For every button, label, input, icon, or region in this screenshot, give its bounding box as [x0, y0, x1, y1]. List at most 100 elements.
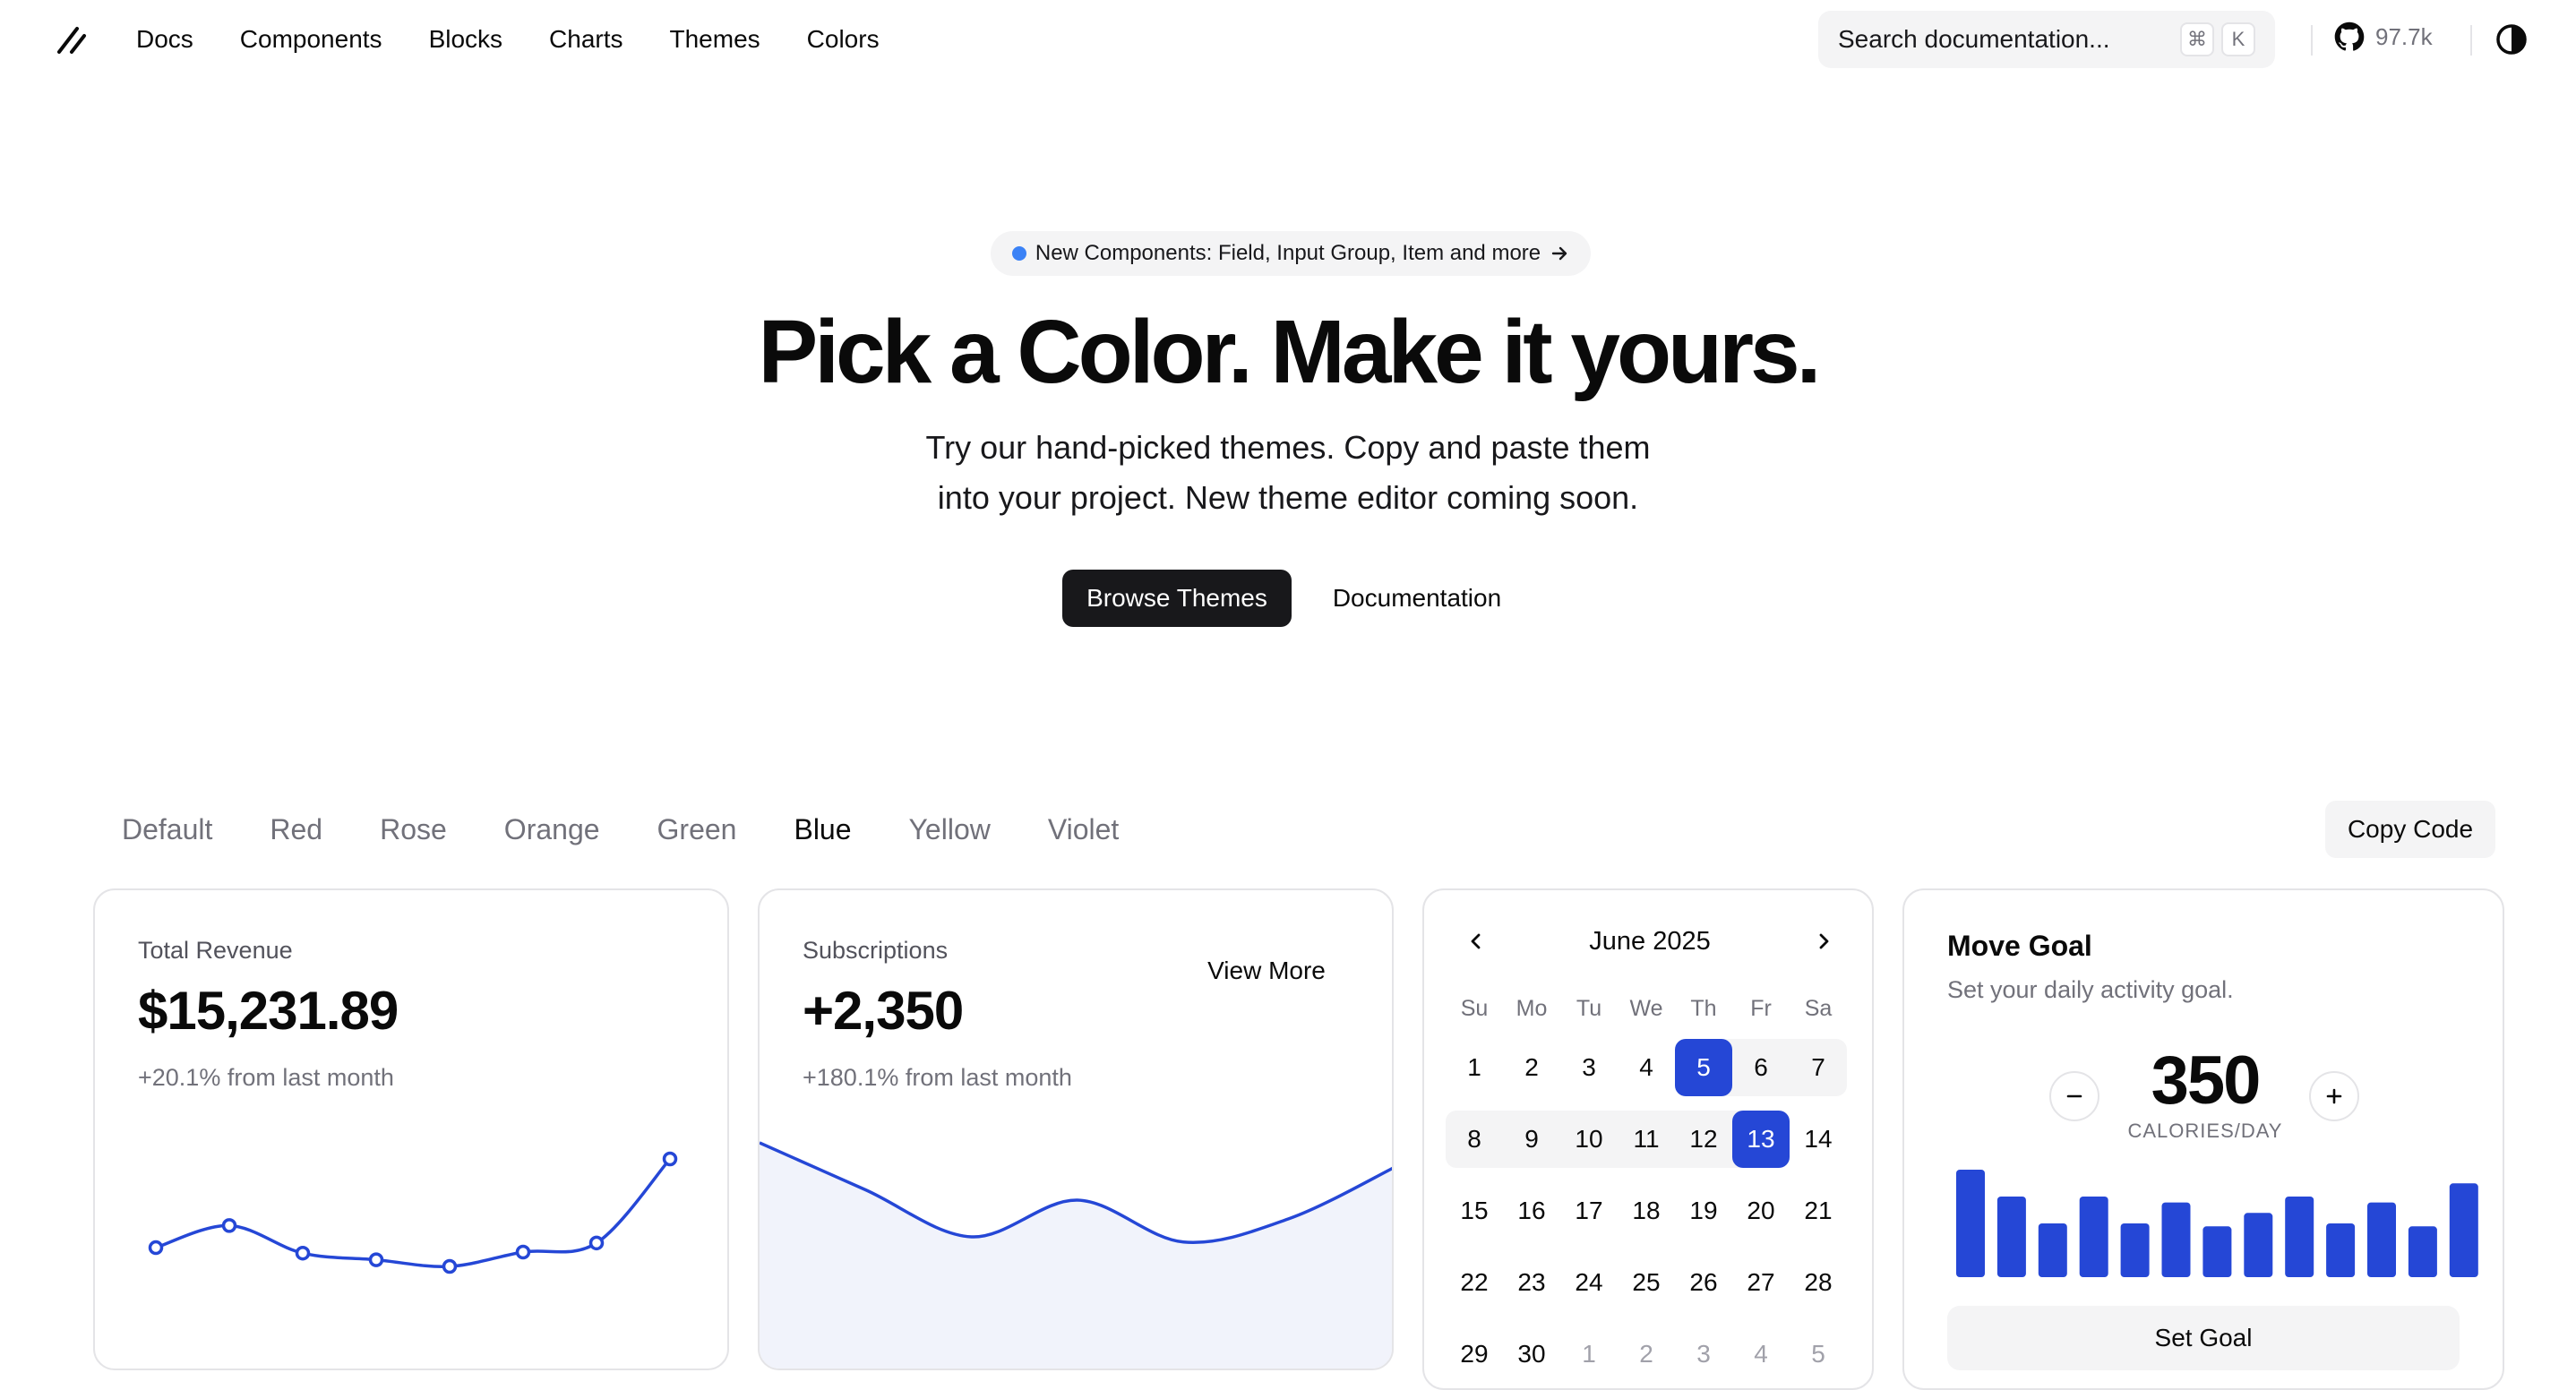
- calendar-day[interactable]: 8: [1446, 1111, 1503, 1168]
- logo-icon[interactable]: [52, 20, 91, 59]
- revenue-point: [515, 1244, 531, 1260]
- tab-violet[interactable]: Violet: [1048, 810, 1119, 849]
- goal-bar: [2326, 1223, 2356, 1277]
- calendar-day[interactable]: 24: [1560, 1254, 1618, 1311]
- revenue-point: [221, 1218, 237, 1233]
- weekday-label: We: [1629, 996, 1663, 1021]
- calendar-day[interactable]: 3: [1560, 1039, 1618, 1096]
- goal-bar: [2120, 1223, 2150, 1277]
- weekday-label: Su: [1460, 996, 1489, 1021]
- nav-charts[interactable]: Charts: [549, 21, 623, 57]
- github-link[interactable]: 97.7k: [2334, 21, 2433, 52]
- weekday-label: Th: [1690, 996, 1717, 1021]
- goal-bar: [1956, 1170, 1985, 1277]
- calendar-day[interactable]: 10: [1560, 1111, 1618, 1168]
- tab-blue[interactable]: Blue: [794, 810, 851, 849]
- calendar-day[interactable]: 4: [1618, 1039, 1675, 1096]
- calendar-day[interactable]: 13: [1732, 1111, 1790, 1168]
- tab-red[interactable]: Red: [270, 810, 322, 849]
- calendar-day[interactable]: 29: [1446, 1326, 1503, 1383]
- set-goal-button[interactable]: Set Goal: [1947, 1306, 2460, 1370]
- calendar-day[interactable]: 23: [1503, 1254, 1560, 1311]
- calendar-day[interactable]: 11: [1618, 1111, 1675, 1168]
- revenue-point: [662, 1151, 678, 1167]
- calendar-week: 1234567: [1446, 1039, 1854, 1096]
- calendar-day[interactable]: 6: [1732, 1039, 1790, 1096]
- tab-green[interactable]: Green: [657, 810, 737, 849]
- goal-bar: [2079, 1197, 2108, 1277]
- weekday-label: Fr: [1750, 996, 1772, 1021]
- calendar-day[interactable]: 18: [1618, 1182, 1675, 1240]
- weekday-label: Tu: [1576, 996, 1602, 1021]
- theme-toggle-icon[interactable]: [2494, 21, 2529, 57]
- chevron-right-icon: [1819, 933, 1829, 949]
- previous-month-button[interactable]: [1460, 925, 1492, 957]
- goal-bar: [2449, 1183, 2478, 1277]
- arrow-right-icon: [1551, 246, 1567, 261]
- tab-orange[interactable]: Orange: [504, 810, 600, 849]
- revenue-line-chart: [148, 1151, 678, 1274]
- weekday-label: Mo: [1516, 996, 1548, 1021]
- subscriptions-card: Subscriptions +2,350 +180.1% from last m…: [758, 888, 1394, 1370]
- calendar-day[interactable]: 19: [1675, 1182, 1732, 1240]
- calendar-day[interactable]: 16: [1503, 1182, 1560, 1240]
- calendar-day[interactable]: 5: [1675, 1039, 1732, 1096]
- calendar-day[interactable]: 14: [1790, 1111, 1847, 1168]
- calendar-day[interactable]: 1: [1446, 1039, 1503, 1096]
- documentation-button[interactable]: Documentation: [1309, 570, 1524, 627]
- github-icon: [2334, 21, 2365, 51]
- goal-bar: [2285, 1197, 2314, 1277]
- calendar-day[interactable]: 7: [1790, 1039, 1847, 1096]
- search-button[interactable]: Search documentation... ⌘ K: [1818, 11, 2275, 68]
- main-nav: Docs Components Blocks Charts Themes Col…: [136, 21, 880, 57]
- revenue-point: [442, 1258, 458, 1274]
- nav-colors[interactable]: Colors: [807, 21, 880, 57]
- revenue-line: [155, 1157, 672, 1268]
- chevron-left-icon: [1471, 933, 1481, 949]
- calendar-day[interactable]: 9: [1503, 1111, 1560, 1168]
- calendar-grid: Su Mo Tu We Th Fr Sa 1 2 3 4 5 6 7 8 9 10 11 12 13 14 15 16 17 1…: [1446, 991, 1854, 1388]
- calendar-day[interactable]: 30: [1503, 1326, 1560, 1383]
- announcement-badge[interactable]: New Components: Field, Input Group, Item…: [991, 231, 1591, 276]
- top-navbar: Docs Components Blocks Charts Themes Col…: [0, 0, 2576, 79]
- calendar-week: 15 16 17 18 19 20 21: [1446, 1182, 1854, 1240]
- calendar-day[interactable]: 21: [1790, 1182, 1847, 1240]
- tab-rose[interactable]: Rose: [380, 810, 447, 849]
- tab-yellow[interactable]: Yellow: [909, 810, 991, 849]
- calendar-day[interactable]: 22: [1446, 1254, 1503, 1311]
- revenue-point: [295, 1245, 311, 1261]
- calendar-day[interactable]: 20: [1732, 1182, 1790, 1240]
- calendar-card: June 2025 Su Mo Tu We Th Fr Sa 1 2 3 4 5 6 7 8 9 10 11 12 1…: [1422, 888, 1874, 1390]
- calendar-day[interactable]: 27: [1732, 1254, 1790, 1311]
- k-key: K: [2221, 22, 2255, 56]
- calendar-day[interactable]: 5: [1790, 1326, 1847, 1383]
- subscriptions-area: [760, 1143, 1392, 1369]
- calendar-day[interactable]: 2: [1503, 1039, 1560, 1096]
- nav-themes[interactable]: Themes: [670, 21, 760, 57]
- nav-docs[interactable]: Docs: [136, 21, 193, 57]
- calendar-day[interactable]: 25: [1618, 1254, 1675, 1311]
- browse-themes-button[interactable]: Browse Themes: [1062, 570, 1292, 627]
- command-key-icon: ⌘: [2180, 22, 2214, 56]
- calendar-day[interactable]: 15: [1446, 1182, 1503, 1240]
- revenue-point: [368, 1252, 384, 1267]
- calendar-day[interactable]: 17: [1560, 1182, 1618, 1240]
- nav-components[interactable]: Components: [240, 21, 382, 57]
- nav-blocks[interactable]: Blocks: [429, 21, 502, 57]
- calendar-day[interactable]: 12: [1675, 1111, 1732, 1168]
- calendar-day[interactable]: 28: [1790, 1254, 1847, 1311]
- next-month-button[interactable]: [1807, 925, 1840, 957]
- goal-bar: [1996, 1197, 2026, 1277]
- header-divider: [2470, 25, 2472, 56]
- tab-default[interactable]: Default: [122, 810, 212, 849]
- copy-code-button[interactable]: Copy Code: [2325, 801, 2495, 858]
- revenue-point: [148, 1240, 164, 1256]
- subtitle-line: into your project. New theme editor comi…: [937, 479, 1639, 516]
- calendar-day[interactable]: 2: [1618, 1326, 1675, 1383]
- calendar-week: 29 30 1 2 3 4 5: [1446, 1326, 1854, 1383]
- calendar-day[interactable]: 1: [1560, 1326, 1618, 1383]
- calendar-day[interactable]: 4: [1732, 1326, 1790, 1383]
- calendar-day[interactable]: 26: [1675, 1254, 1732, 1311]
- calendar-day[interactable]: 3: [1675, 1326, 1732, 1383]
- weekday-row: Su Mo Tu We Th Fr Sa: [1446, 991, 1854, 1026]
